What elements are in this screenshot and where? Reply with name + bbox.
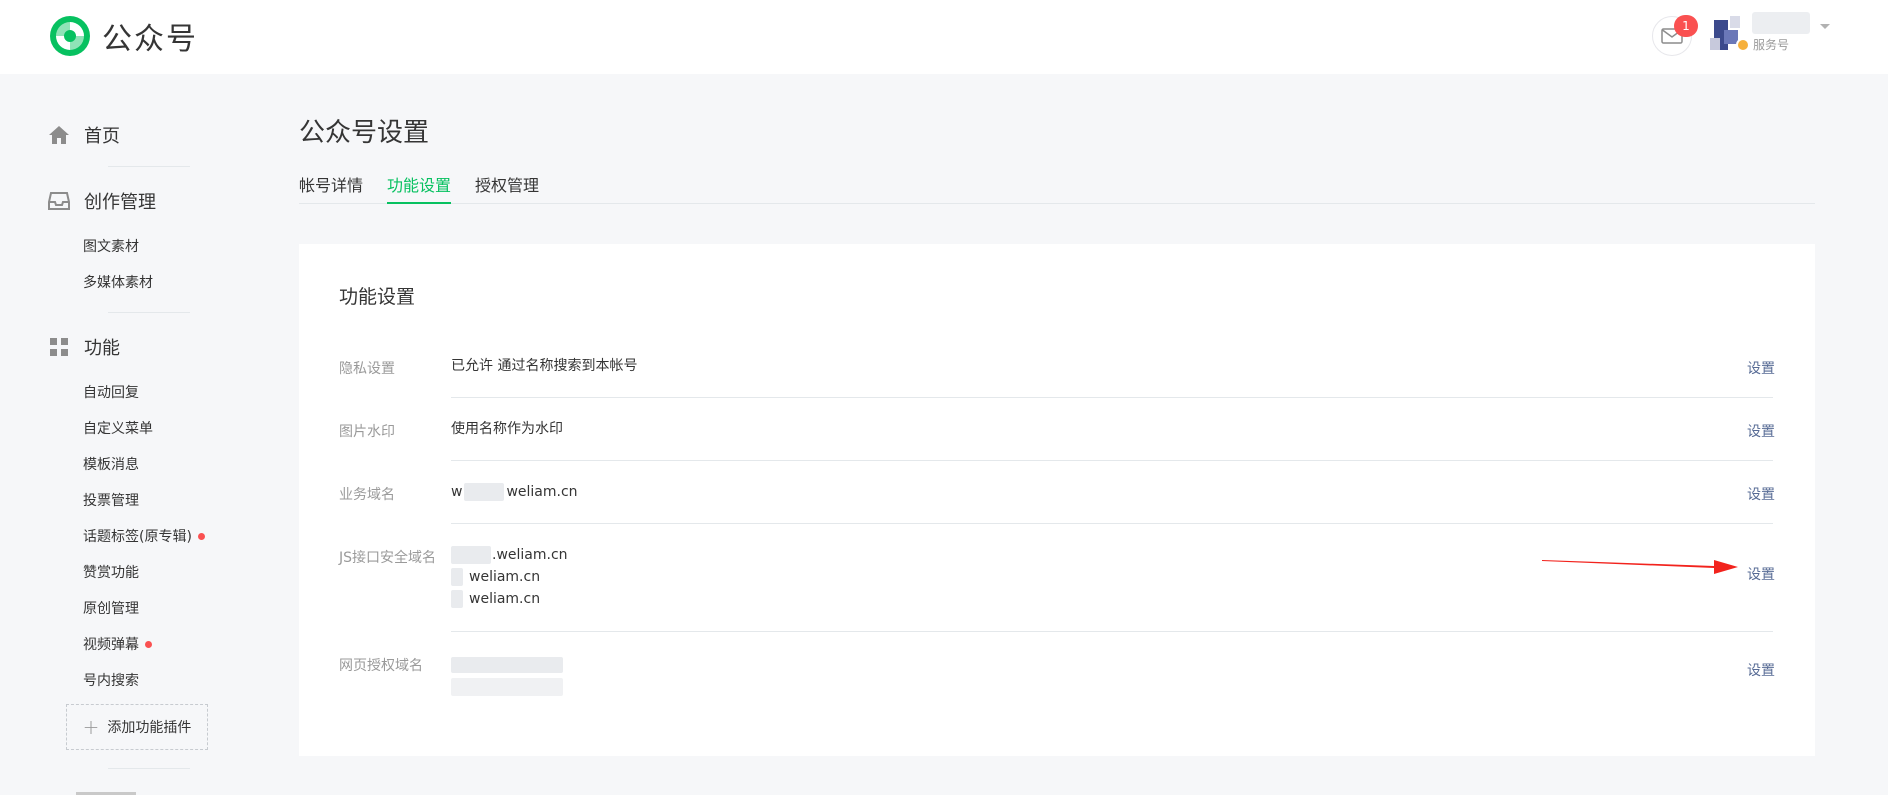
tab-bar: 帐号详情 功能设置 授权管理 [299,170,1815,204]
row-divider [451,460,1773,461]
row-divider [451,397,1773,398]
red-arrow-annotation [1542,560,1738,574]
redacted-text [451,657,563,673]
sidebar: 首页 创作管理 图文素材 多媒体素材 功能 自动回复 自定义菜单 模板消息 投票… [0,74,260,795]
sidebar-item-custom-menu[interactable]: 自定义菜单 [83,418,153,438]
account-type: 服务号 [1753,38,1790,52]
business-domain-button[interactable]: 设置 [1747,484,1775,504]
tab-authorization-management[interactable]: 授权管理 [475,172,539,204]
sidebar-item-template-message[interactable]: 模板消息 [83,454,139,474]
tab-account-details[interactable]: 帐号详情 [299,172,363,204]
sidebar-next-group-cut [48,788,168,795]
sidebar-item-multimedia-material[interactable]: 多媒体素材 [83,272,153,292]
logo[interactable]: 公众号 [48,14,198,58]
js-safe-domain-values: .weliam.cn weliam.cn weliam.cn [451,544,568,610]
mail-badge: 1 [1674,15,1698,37]
sidebar-item-reward[interactable]: 赞赏功能 [83,562,139,582]
row-divider [451,523,1773,524]
sidebar-item-topic-tags[interactable]: 话题标签(原专辑) [83,526,205,546]
web-auth-domain-label: 网页授权域名 [339,658,423,674]
redacted-text [451,568,463,586]
image-watermark-value: 使用名称作为水印 [451,421,563,437]
new-dot-badge [197,532,205,540]
image-watermark-label: 图片水印 [339,424,395,440]
redacted-text [464,483,505,501]
privacy-setting-value: 已允许 通过名称搜索到本帐号 [451,358,638,374]
grid-icon [48,336,70,358]
sidebar-group-creation[interactable]: 创作管理 [48,188,156,214]
image-watermark-button[interactable]: 设置 [1747,421,1775,441]
privacy-setting-button[interactable]: 设置 [1747,358,1775,378]
sidebar-item-video-danmaku[interactable]: 视频弹幕 [83,634,152,654]
sidebar-item-in-account-search[interactable]: 号内搜索 [83,670,139,690]
redacted-text [451,590,463,608]
row-divider [451,631,1773,632]
sidebar-group-features[interactable]: 功能 [48,334,120,360]
inbox-icon [48,190,70,212]
tab-feature-settings[interactable]: 功能设置 [387,172,452,204]
card-title: 功能设置 [339,286,416,308]
js-safe-domain-button[interactable]: 设置 [1747,564,1775,584]
sidebar-item-image-text-material[interactable]: 图文素材 [83,236,139,256]
plus-icon: + [82,715,100,739]
sidebar-item-home[interactable]: 首页 [48,122,120,148]
sidebar-item-label: 首页 [84,126,120,147]
chevron-down-icon[interactable] [1820,24,1830,29]
divider [108,768,190,769]
web-auth-domain-values [451,654,563,698]
account-name-redacted [1752,12,1810,34]
redacted-text [451,546,491,564]
divider [108,312,190,313]
sidebar-group-label: 功能 [84,338,120,359]
sidebar-item-auto-reply[interactable]: 自动回复 [83,382,139,402]
sidebar-group-label: 创作管理 [84,192,156,213]
verified-icon [1736,38,1750,52]
home-icon [48,124,70,146]
business-domain-label: 业务域名 [339,487,395,503]
redacted-text [451,678,563,696]
web-auth-domain-button[interactable]: 设置 [1747,660,1775,680]
add-plugin-button[interactable]: + 添加功能插件 [66,704,208,750]
divider [108,166,190,167]
privacy-setting-label: 隐私设置 [339,361,395,377]
sidebar-item-vote-management[interactable]: 投票管理 [83,490,139,510]
business-domain-value: w weliam.cn [451,483,578,501]
feature-settings-card: 功能设置 隐私设置 已允许 通过名称搜索到本帐号 设置 图片水印 使用名称作为水… [299,244,1815,756]
sidebar-item-original-management[interactable]: 原创管理 [83,598,139,618]
new-dot-badge [145,640,152,648]
page-title: 公众号设置 [299,118,430,148]
app-name: 公众号 [102,22,198,57]
top-bar: 公众号 1 服务号 [0,0,1888,74]
wechat-official-account-logo-icon [50,16,90,56]
js-safe-domain-label: JS接口安全域名 [339,550,437,566]
add-plugin-label: 添加功能插件 [107,720,192,736]
